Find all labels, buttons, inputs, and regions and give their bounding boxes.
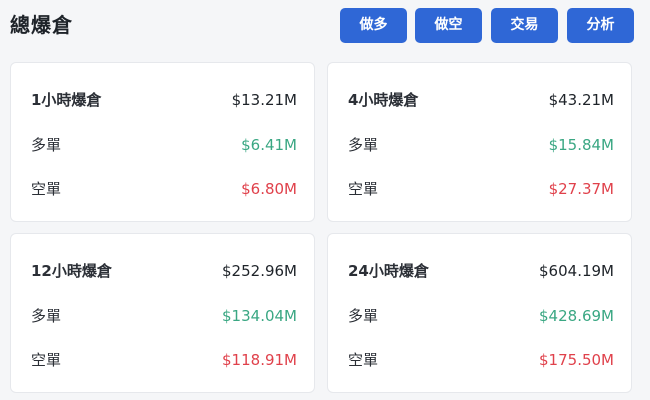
short-row: 空單 $175.50M xyxy=(348,348,614,372)
header: 總爆倉 做多 做空 交易 分析 xyxy=(0,0,650,52)
period-label: 4小時爆倉 xyxy=(348,91,419,109)
long-value: $15.84M xyxy=(548,136,614,154)
short-label: 空單 xyxy=(348,351,379,369)
long-value: $428.69M xyxy=(539,307,614,325)
total-row: 1小時爆倉 $13.21M xyxy=(31,88,297,112)
analysis-button[interactable]: 分析 xyxy=(567,8,634,43)
long-label: 多單 xyxy=(348,136,379,154)
short-value: $6.80M xyxy=(241,180,297,198)
page-title: 總爆倉 xyxy=(10,13,73,37)
long-row: 多單 $134.04M xyxy=(31,304,297,328)
trade-button[interactable]: 交易 xyxy=(491,8,558,43)
long-label: 多單 xyxy=(31,307,62,325)
short-label: 空單 xyxy=(31,180,62,198)
liquidation-card-1h: 1小時爆倉 $13.21M 多單 $6.41M 空單 $6.80M xyxy=(10,62,315,222)
long-value: $6.41M xyxy=(241,136,297,154)
short-label: 空單 xyxy=(31,351,62,369)
total-value: $252.96M xyxy=(222,262,297,280)
period-label: 24小時爆倉 xyxy=(348,262,429,280)
short-label: 空單 xyxy=(348,180,379,198)
long-row: 多單 $6.41M xyxy=(31,133,297,157)
total-value: $13.21M xyxy=(231,91,297,109)
short-row: 空單 $118.91M xyxy=(31,348,297,372)
short-row: 空單 $6.80M xyxy=(31,177,297,201)
short-button[interactable]: 做空 xyxy=(415,8,482,43)
short-value: $27.37M xyxy=(548,180,614,198)
total-row: 12小時爆倉 $252.96M xyxy=(31,259,297,283)
total-value: $604.19M xyxy=(539,262,614,280)
period-label: 1小時爆倉 xyxy=(31,91,102,109)
long-row: 多單 $428.69M xyxy=(348,304,614,328)
long-value: $134.04M xyxy=(222,307,297,325)
liquidation-card-4h: 4小時爆倉 $43.21M 多單 $15.84M 空單 $27.37M xyxy=(327,62,632,222)
long-label: 多單 xyxy=(31,136,62,154)
liquidation-card-24h: 24小時爆倉 $604.19M 多單 $428.69M 空單 $175.50M xyxy=(327,233,632,393)
short-row: 空單 $27.37M xyxy=(348,177,614,201)
total-value: $43.21M xyxy=(548,91,614,109)
long-row: 多單 $15.84M xyxy=(348,133,614,157)
total-row: 4小時爆倉 $43.21M xyxy=(348,88,614,112)
long-label: 多單 xyxy=(348,307,379,325)
short-value: $118.91M xyxy=(222,351,297,369)
total-row: 24小時爆倉 $604.19M xyxy=(348,259,614,283)
short-value: $175.50M xyxy=(539,351,614,369)
period-label: 12小時爆倉 xyxy=(31,262,112,280)
liquidation-card-12h: 12小時爆倉 $252.96M 多單 $134.04M 空單 $118.91M xyxy=(10,233,315,393)
long-button[interactable]: 做多 xyxy=(340,8,407,43)
